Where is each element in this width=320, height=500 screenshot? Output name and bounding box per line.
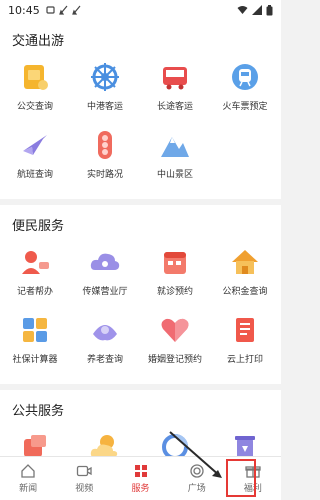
tab-service[interactable]: 服务 (112, 457, 168, 500)
ship-wheel-icon (91, 63, 119, 91)
calculator-icon (23, 318, 47, 342)
service-label: 婚姻登记预约 (147, 355, 202, 365)
section-public: 公共服务 (0, 390, 281, 456)
service-traffic[interactable]: 实时路况 (70, 125, 140, 193)
service-coach[interactable]: 长途客运 (140, 57, 210, 125)
section-transport: 交通出游 公交查询 中港客运 长途客运 火车票预定 航班查询 实时路况 中山景区 (0, 20, 281, 199)
welfare-tab-highlight (226, 459, 256, 497)
service-hk-ferry[interactable]: 中港客运 (70, 57, 140, 125)
signal-icon (252, 5, 262, 15)
tab-label: 服务 (131, 484, 150, 494)
house-icon (232, 250, 258, 274)
service-social-calc[interactable]: 社保计算器 (0, 310, 70, 378)
service-cloud-print[interactable]: 云上打印 (210, 310, 280, 378)
section-title: 公共服务 (12, 404, 65, 419)
traffic-light-icon (98, 131, 112, 159)
airplane-icon (23, 135, 47, 155)
service-label: 公积金查询 (222, 287, 268, 297)
notification-icon (46, 6, 55, 14)
service-label: 航班查询 (16, 170, 53, 180)
recycle-bin-icon (235, 436, 255, 456)
service-label: 传媒营业厅 (82, 287, 128, 297)
service-housing-fund[interactable]: 公积金查询 (210, 242, 280, 310)
section-title: 交通出游 (12, 34, 65, 49)
service-label: 实时路况 (86, 170, 123, 180)
services-content: 交通出游 公交查询 中港客运 长途客运 火车票预定 航班查询 实时路况 中山景区… (0, 20, 281, 456)
service-label: 就诊预约 (156, 287, 193, 297)
service-bus-query[interactable]: 公交查询 (0, 57, 70, 125)
wifi-icon (237, 6, 248, 14)
section-title: 便民服务 (12, 219, 65, 234)
weather-icon (90, 435, 118, 456)
service-label: 中港客运 (86, 102, 123, 112)
service-label: 云上打印 (226, 355, 263, 365)
coach-bus-icon (163, 67, 187, 90)
heart-icon (161, 318, 189, 342)
status-bar: 10:45 (0, 0, 281, 20)
service-label: 养老查询 (86, 355, 123, 365)
home-icon (21, 464, 35, 478)
service-label: 中山景区 (156, 170, 193, 180)
tab-label: 视频 (75, 484, 94, 494)
tab-label: 广场 (187, 484, 206, 494)
broom-icon-2 (71, 5, 81, 15)
elder-icon (93, 325, 117, 341)
document-icon (236, 318, 254, 342)
service-label: 火车票预定 (222, 102, 268, 112)
public-service-1-icon (24, 435, 46, 456)
tab-square[interactable]: 广场 (169, 457, 225, 500)
service-label: 长途客运 (156, 102, 193, 112)
service-public-1[interactable] (0, 427, 70, 456)
service-media-hall[interactable]: 传媒营业厅 (70, 242, 140, 310)
grid-icon (134, 465, 147, 477)
status-time: 10:45 (8, 3, 40, 17)
service-scenic[interactable]: 中山景区 (140, 125, 210, 193)
service-reporter[interactable]: 记者帮办 (0, 242, 70, 310)
tab-label: 新闻 (19, 484, 38, 494)
service-public-3[interactable] (140, 427, 210, 456)
train-icon (232, 64, 258, 90)
mountain-icon (161, 137, 189, 157)
bus-card-icon (24, 65, 48, 90)
service-label: 记者帮办 (16, 287, 53, 297)
square-icon (190, 464, 204, 478)
section-convenience: 便民服务 记者帮办 传媒营业厅 就诊预约 公积金查询 社保计算器 养老查询 婚姻… (0, 205, 281, 384)
service-pension[interactable]: 养老查询 (70, 310, 140, 378)
service-recycle[interactable] (210, 427, 280, 456)
service-label: 社保计算器 (12, 355, 58, 365)
reporter-icon (22, 251, 49, 274)
service-weather[interactable] (70, 427, 140, 456)
tab-video[interactable]: 视频 (56, 457, 112, 500)
broom-icon (58, 5, 68, 15)
battery-icon (266, 4, 273, 15)
public-service-3-icon (162, 434, 188, 456)
calendar-icon (164, 252, 186, 274)
service-label: 公交查询 (16, 102, 53, 112)
service-flight[interactable]: 航班查询 (0, 125, 70, 193)
service-train-ticket[interactable]: 火车票预定 (210, 57, 280, 125)
tab-news[interactable]: 新闻 (0, 457, 56, 500)
video-icon (77, 465, 92, 477)
service-clinic-booking[interactable]: 就诊预约 (140, 242, 210, 310)
cloud-hall-icon (90, 253, 120, 270)
service-marriage-booking[interactable]: 婚姻登记预约 (140, 310, 210, 378)
